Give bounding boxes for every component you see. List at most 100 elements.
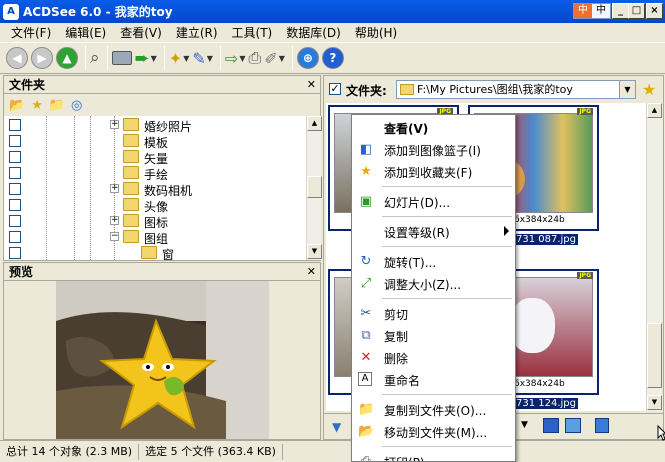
menu-separator xyxy=(382,394,512,395)
menu-create[interactable]: 建立(R) xyxy=(169,24,225,41)
folder-icon xyxy=(123,134,139,147)
folder-checkbox[interactable]: ✓ xyxy=(329,83,341,95)
scroll-down-arrow-icon[interactable]: ▼ xyxy=(647,395,662,410)
collapse-minus-icon[interactable]: − xyxy=(110,232,119,241)
folder-up-icon[interactable]: 📁 xyxy=(49,98,65,113)
details-view-icon[interactable] xyxy=(565,418,581,433)
menu-item-delete[interactable]: ✕ 删除 xyxy=(352,347,515,369)
menu-item-rename[interactable]: A 重命名 xyxy=(352,369,515,391)
tree-checkbox[interactable] xyxy=(9,231,21,243)
folder-tree-scrollbar[interactable]: ▲ ▼ xyxy=(306,116,322,260)
thumbnail-filename[interactable]: 731 087.jpg xyxy=(514,234,579,245)
scroll-up-arrow-icon[interactable]: ▲ xyxy=(647,103,662,118)
menu-tools[interactable]: 工具(T) xyxy=(225,24,280,41)
tree-item[interactable]: 矢量 xyxy=(4,149,306,166)
tree-item[interactable]: + 数码相机 xyxy=(4,181,306,198)
edit-image-button[interactable]: ✎ ▼ xyxy=(192,45,213,71)
menu-item-view[interactable]: 查看(V) xyxy=(352,117,515,139)
wand-button[interactable]: ✦ ▼ xyxy=(169,45,190,71)
ime-indicator[interactable]: 中 中 xyxy=(573,3,611,19)
jpg-badge: JPG xyxy=(577,272,593,279)
dropdown-arrow-icon[interactable]: ▼ xyxy=(521,420,528,430)
web-button[interactable]: ⊕ xyxy=(296,45,319,71)
tree-checkbox[interactable] xyxy=(9,183,21,195)
thumbnail-view-icon[interactable] xyxy=(543,418,559,433)
menu-item-add-to-basket[interactable]: ◧ 添加到图像篮子(I) xyxy=(352,139,515,161)
print-button[interactable]: ⎙ xyxy=(248,45,261,71)
folder-icon xyxy=(123,166,139,179)
scanner-icon xyxy=(111,51,132,65)
menu-help[interactable]: 帮助(H) xyxy=(348,24,404,41)
thumbnail-filename[interactable]: 731 124.jpg xyxy=(514,398,579,409)
scroll-down-arrow-icon[interactable]: ▼ xyxy=(307,244,322,259)
expand-plus-icon[interactable]: + xyxy=(110,120,119,129)
tree-item[interactable]: + 图标 xyxy=(4,213,306,230)
menu-edit[interactable]: 编辑(E) xyxy=(58,24,113,41)
folder-pane: 文件夹 ✕ 📂 ★ 📁 ◎ + 婚纱照片 模板 矢量 手绘 + 数码相机 头像 + 图… xyxy=(3,75,322,261)
scroll-thumb[interactable] xyxy=(307,176,322,198)
tree-item[interactable]: 手绘 xyxy=(4,165,306,182)
settings-button[interactable]: ✐ ▼ xyxy=(264,45,285,71)
window-title: ACDSee 6.0 - 我家的toy xyxy=(23,5,173,19)
tools-view-icon[interactable] xyxy=(595,418,609,433)
tree-checkbox[interactable] xyxy=(9,247,21,259)
back-button[interactable]: ◀ xyxy=(6,45,28,71)
menu-item-cut[interactable]: ✂ 剪切 xyxy=(352,303,515,325)
globe-icon: ⊕ xyxy=(296,47,319,69)
find-button[interactable]: ⌕ xyxy=(90,45,100,71)
forward-button[interactable]: ▶ xyxy=(31,45,53,71)
minimize-button[interactable]: _ xyxy=(612,3,629,19)
menu-item-print[interactable]: ⎙ 打印(P)... xyxy=(352,451,515,461)
filter-icon[interactable]: ▼ xyxy=(332,420,341,434)
open-folder-icon[interactable]: 📂 xyxy=(9,98,25,113)
tree-item[interactable]: 头像 xyxy=(4,197,306,214)
scroll-up-arrow-icon[interactable]: ▲ xyxy=(307,116,322,131)
close-button[interactable]: × xyxy=(646,3,663,19)
menu-view[interactable]: 查看(V) xyxy=(113,24,169,41)
maximize-button[interactable]: □ xyxy=(628,3,645,19)
tree-checkbox[interactable] xyxy=(9,135,21,147)
menu-item-slideshow[interactable]: ▣ 幻灯片(D)... xyxy=(352,191,515,213)
expand-plus-icon[interactable]: + xyxy=(110,216,119,225)
send-button[interactable]: ⇨ ▼ xyxy=(225,45,246,71)
acquire-button[interactable] xyxy=(111,45,132,71)
scroll-thumb[interactable] xyxy=(647,323,662,388)
close-preview-pane-icon[interactable]: ✕ xyxy=(307,265,316,278)
tree-checkbox[interactable] xyxy=(9,167,21,179)
menu-item-move-to-folder[interactable]: 📂 移动到文件夹(M)... xyxy=(352,421,515,443)
back-arrow-icon: ◀ xyxy=(6,47,28,69)
favorites-star-icon[interactable]: ★ xyxy=(31,98,43,113)
menu-item-resize[interactable]: ⤢ 调整大小(Z)... xyxy=(352,273,515,295)
tree-item[interactable]: − 图组 xyxy=(4,229,306,246)
search-folder-icon[interactable]: ◎ xyxy=(71,98,82,113)
up-folder-button[interactable]: ▲ xyxy=(56,45,78,71)
thumbnail-scrollbar[interactable]: ▲ ▼ xyxy=(646,103,662,411)
tree-checkbox[interactable] xyxy=(9,119,21,131)
menu-item-label: 剪切 xyxy=(384,308,409,322)
path-dropdown-arrow-icon[interactable]: ▼ xyxy=(619,81,635,98)
menu-database[interactable]: 数据库(D) xyxy=(279,24,348,41)
close-folder-pane-icon[interactable]: ✕ xyxy=(307,78,316,91)
menu-item-copy-to-folder[interactable]: 📁 复制到文件夹(O)... xyxy=(352,399,515,421)
menu-item-set-rating[interactable]: 设置等级(R) xyxy=(352,221,515,243)
tree-item[interactable]: + 婚纱照片 xyxy=(4,117,306,134)
folder-icon xyxy=(123,198,139,211)
tree-checkbox[interactable] xyxy=(9,199,21,211)
tree-item[interactable]: 窗 xyxy=(4,245,306,260)
menu-item-label: 旋转(T)... xyxy=(384,256,437,270)
tree-item[interactable]: 模板 xyxy=(4,133,306,150)
add-favorite-star-icon[interactable]: ★ xyxy=(642,80,656,99)
menu-file[interactable]: 文件(F) xyxy=(4,24,58,41)
menu-item-add-to-favorites[interactable]: ★ 添加到收藏夹(F) xyxy=(352,161,515,183)
copy-to-folder-icon: 📁 xyxy=(358,402,375,417)
help-button[interactable]: ? xyxy=(321,45,344,71)
export-button[interactable]: ➨ ▼ xyxy=(135,45,157,71)
path-combobox[interactable]: F:\My Pictures\图组\我家的toy ▼ xyxy=(396,80,636,99)
menu-item-copy[interactable]: ⧉ 复制 xyxy=(352,325,515,347)
dropdown-arrow-icon: ▼ xyxy=(150,53,157,63)
tree-checkbox[interactable] xyxy=(9,151,21,163)
status-selected: 选定 5 个文件 (363.4 KB) xyxy=(139,443,283,460)
menu-item-rotate[interactable]: ↻ 旋转(T)... xyxy=(352,251,515,273)
tree-checkbox[interactable] xyxy=(9,215,21,227)
expand-plus-icon[interactable]: + xyxy=(110,184,119,193)
